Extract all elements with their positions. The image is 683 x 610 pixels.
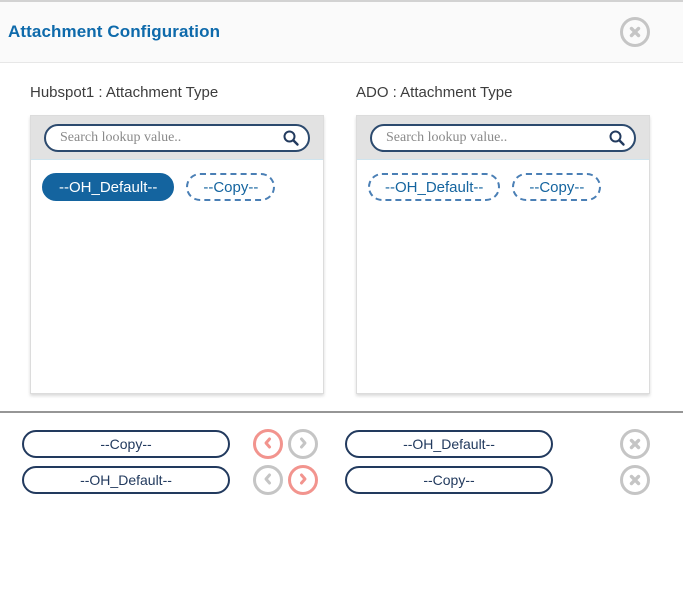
circle-x-icon	[628, 437, 642, 451]
mapping-target-value: --OH_Default--	[345, 430, 553, 458]
source-panel-title: Hubspot1 : Attachment Type	[30, 84, 324, 101]
search-icon	[282, 129, 300, 147]
map-direction-left-button[interactable]	[253, 465, 283, 495]
modal-close-button[interactable]	[620, 17, 650, 47]
target-panel-title: ADO : Attachment Type	[356, 84, 650, 101]
chevron-right-icon	[296, 472, 310, 489]
section-divider	[0, 411, 683, 413]
mapping-source-value: --Copy--	[22, 430, 230, 458]
target-search-input[interactable]	[384, 129, 608, 147]
mapping-direction-arrows	[253, 465, 318, 495]
remove-mapping-button[interactable]	[620, 429, 650, 459]
mapping-target-value: --Copy--	[345, 466, 553, 494]
chevron-right-icon	[296, 436, 310, 453]
target-search-bar	[357, 116, 649, 160]
mapping-source-value: --OH_Default--	[22, 466, 230, 494]
lookup-chip-oh-default[interactable]: --OH_Default--	[42, 173, 174, 201]
lookup-chip-oh-default[interactable]: --OH_Default--	[368, 173, 500, 201]
panel-titles-row: Hubspot1 : Attachment Type ADO : Attachm…	[30, 84, 650, 101]
mapping-row: --OH_Default-- --Copy--	[22, 465, 650, 495]
search-icon	[608, 129, 626, 147]
target-chip-list: --OH_Default-- --Copy--	[357, 160, 649, 214]
mapping-direction-arrows	[253, 429, 318, 459]
source-search-bar	[31, 116, 323, 160]
circle-x-icon	[628, 473, 642, 487]
source-lookup-panel: --OH_Default-- --Copy--	[30, 115, 324, 394]
modal-title: Attachment Configuration	[8, 22, 220, 42]
source-search-input[interactable]	[58, 129, 282, 147]
chevron-left-icon	[261, 436, 275, 453]
map-direction-right-button[interactable]	[288, 429, 318, 459]
source-chip-list: --OH_Default-- --Copy--	[31, 160, 323, 214]
map-direction-left-button[interactable]	[253, 429, 283, 459]
map-direction-right-button[interactable]	[288, 465, 318, 495]
chevron-left-icon	[261, 472, 275, 489]
target-lookup-panel: --OH_Default-- --Copy--	[356, 115, 650, 394]
target-search-pill	[370, 124, 636, 152]
modal-header: Attachment Configuration	[0, 0, 683, 63]
source-search-pill	[44, 124, 310, 152]
mapping-row: --Copy-- --OH_Default--	[22, 429, 650, 459]
remove-mapping-button[interactable]	[620, 465, 650, 495]
lookup-chip-copy[interactable]: --Copy--	[512, 173, 601, 201]
close-icon	[628, 25, 642, 39]
panels-row: --OH_Default-- --Copy-- --OH_Default-- -…	[30, 115, 650, 394]
mapping-rows: --Copy-- --OH_Default--	[22, 429, 650, 495]
lookup-chip-copy[interactable]: --Copy--	[186, 173, 275, 201]
